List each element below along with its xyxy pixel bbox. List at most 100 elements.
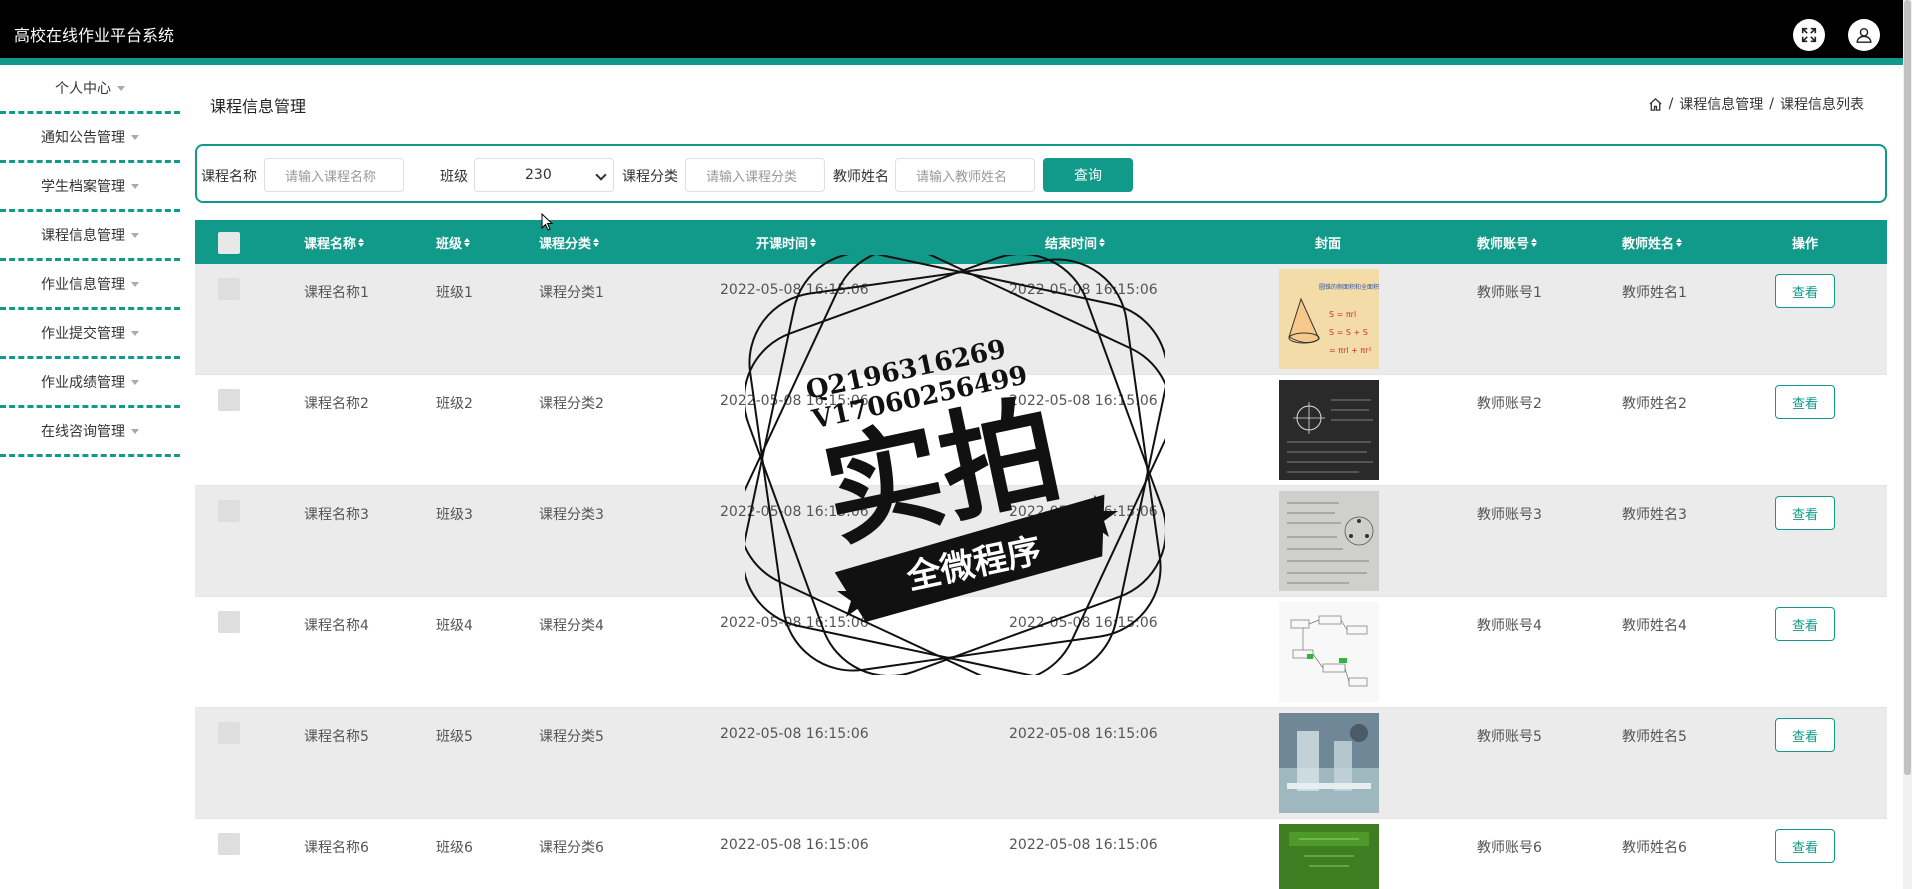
- row-checkbox[interactable]: [218, 278, 240, 300]
- sidebar-item-student-records[interactable]: 学生档案管理: [0, 163, 180, 212]
- column-header-cover: 封面: [1315, 220, 1341, 264]
- column-header-start-time[interactable]: 开课时间: [756, 220, 817, 264]
- select-all-checkbox[interactable]: [218, 232, 240, 254]
- view-button[interactable]: 查看: [1775, 385, 1835, 419]
- app-title: 高校在线作业平台系统: [14, 26, 175, 45]
- row-checkbox[interactable]: [218, 389, 240, 411]
- page-scrollbar[interactable]: [1903, 0, 1912, 889]
- breadcrumb-item-course-info[interactable]: 课程信息管理: [1679, 94, 1763, 114]
- sidebar-item-label: 学生档案管理: [41, 179, 125, 195]
- scrollbar-thumb[interactable]: [1904, 0, 1911, 775]
- sidebar-item-notice[interactable]: 通知公告管理: [0, 114, 180, 163]
- course-name-cell: 课程名称4: [304, 618, 369, 634]
- class-cell: 班级2: [436, 396, 473, 412]
- end-time-cell: 2022-05-08 16:15:06: [1009, 837, 1158, 853]
- fullscreen-button[interactable]: [1793, 19, 1825, 51]
- breadcrumb-item-course-list: 课程信息列表: [1780, 97, 1864, 113]
- query-button[interactable]: 查询: [1043, 158, 1133, 192]
- sidebar-item-online-consult[interactable]: 在线咨询管理: [0, 408, 180, 457]
- view-button[interactable]: 查看: [1775, 607, 1835, 641]
- column-header-teacher-name[interactable]: 教师姓名: [1622, 220, 1683, 264]
- view-button[interactable]: 查看: [1775, 496, 1835, 530]
- start-time-cell: 2022-05-08 16:15:06: [720, 504, 869, 520]
- table-row: 课程名称6 班级6 课程分类6 2022-05-08 16:15:06 2022…: [195, 819, 1887, 889]
- sidebar-item-personal-center[interactable]: 个人中心: [0, 65, 180, 114]
- class-cell: 班级1: [436, 285, 473, 301]
- sort-icon: [593, 237, 600, 247]
- column-header-end-time[interactable]: 结束时间: [1045, 220, 1106, 264]
- teacher-account-cell: 教师账号1: [1477, 285, 1542, 301]
- user-icon: [1856, 27, 1872, 43]
- class-label: 班级: [440, 169, 468, 185]
- category-cell: 课程分类4: [539, 618, 604, 634]
- view-button[interactable]: 查看: [1775, 829, 1835, 863]
- home-icon[interactable]: [1648, 97, 1663, 112]
- category-label: 课程分类: [622, 169, 678, 185]
- category-cell: 课程分类3: [539, 507, 604, 523]
- sort-icon: [1531, 237, 1538, 247]
- sort-icon: [810, 237, 817, 247]
- sidebar-item-homework-grades[interactable]: 作业成绩管理: [0, 359, 180, 408]
- cover-image: [1279, 713, 1379, 813]
- row-checkbox[interactable]: [218, 833, 240, 855]
- breadcrumb-separator: /: [1769, 96, 1774, 112]
- column-header-label: 班级: [436, 236, 463, 252]
- class-select-value: 230: [525, 167, 552, 183]
- class-cell: 班级4: [436, 618, 473, 634]
- sidebar-item-course-info[interactable]: 课程信息管理: [0, 212, 180, 261]
- svg-text:圆锥的侧面积和全面积: 圆锥的侧面积和全面积: [1319, 283, 1379, 291]
- column-header-course-name[interactable]: 课程名称: [304, 220, 365, 264]
- column-header-class[interactable]: 班级: [436, 220, 471, 264]
- sort-icon: [1099, 237, 1106, 247]
- teacher-name-cell: 教师姓名2: [1622, 396, 1687, 412]
- start-time-cell: 2022-05-08 16:15:06: [720, 393, 869, 409]
- table-row: 课程名称1 班级1 课程分类1 2022-05-08 16:15:06 2022…: [195, 264, 1887, 375]
- start-time-cell: 2022-05-08 16:15:06: [720, 837, 869, 853]
- column-header-actions: 操作: [1792, 220, 1818, 264]
- cover-image: [1279, 824, 1379, 889]
- teacher-account-cell: 教师账号3: [1477, 507, 1542, 523]
- row-checkbox[interactable]: [218, 722, 240, 744]
- sidebar-item-label: 作业提交管理: [41, 326, 125, 342]
- course-name-cell: 课程名称3: [304, 507, 369, 523]
- teacher-name-input[interactable]: 请输入教师姓名: [895, 158, 1035, 192]
- chevron-down-icon: [131, 428, 139, 434]
- teacher-account-cell: 教师账号4: [1477, 618, 1542, 634]
- chevron-down-icon: [131, 281, 139, 287]
- class-cell: 班级6: [436, 840, 473, 856]
- column-header-label: 开课时间: [756, 236, 809, 252]
- table-row: 课程名称5 班级5 课程分类5 2022-05-08 16:15:06 2022…: [195, 708, 1887, 819]
- view-button[interactable]: 查看: [1775, 274, 1835, 308]
- course-name-label: 课程名称: [201, 169, 257, 185]
- teacher-name-label: 教师姓名: [833, 169, 889, 185]
- course-name-input[interactable]: 请输入课程名称: [264, 158, 404, 192]
- column-header-label: 教师姓名: [1622, 236, 1675, 252]
- sidebar-item-label: 课程信息管理: [41, 228, 125, 244]
- table-row: 课程名称2 班级2 课程分类2 2022-05-08 16:15:06 2022…: [195, 375, 1887, 486]
- breadcrumb-separator: /: [1668, 96, 1674, 112]
- column-header-label: 结束时间: [1045, 236, 1098, 252]
- teacher-name-cell: 教师姓名1: [1622, 285, 1687, 301]
- row-checkbox[interactable]: [218, 611, 240, 633]
- teacher-name-cell: 教师姓名4: [1622, 618, 1687, 634]
- chevron-down-icon: [131, 379, 139, 385]
- fullscreen-icon: [1801, 27, 1817, 43]
- chevron-down-icon: [131, 232, 139, 238]
- top-bar-accent: [0, 58, 1903, 65]
- start-time-cell: 2022-05-08 16:15:06: [720, 726, 869, 742]
- sidebar-item-homework-submit[interactable]: 作业提交管理: [0, 310, 180, 359]
- search-form: 课程名称 请输入课程名称 班级 230 课程分类 请输入课程分类 教师姓名 请输…: [195, 144, 1887, 203]
- svg-text:S = S + S: S = S + S: [1329, 328, 1368, 337]
- view-button[interactable]: 查看: [1775, 718, 1835, 752]
- sidebar-item-homework-info[interactable]: 作业信息管理: [0, 261, 180, 310]
- svg-text:S = πrl: S = πrl: [1329, 310, 1356, 319]
- column-header-teacher-account[interactable]: 教师账号: [1477, 220, 1538, 264]
- user-button[interactable]: [1848, 19, 1880, 51]
- category-input[interactable]: 请输入课程分类: [685, 158, 825, 192]
- teacher-account-cell: 教师账号5: [1477, 729, 1542, 745]
- row-checkbox[interactable]: [218, 500, 240, 522]
- page-title: 课程信息管理: [210, 97, 307, 116]
- start-time-cell: 2022-05-08 16:15:06: [720, 282, 869, 298]
- teacher-name-cell: 教师姓名5: [1622, 729, 1687, 745]
- class-select[interactable]: 230: [474, 158, 614, 192]
